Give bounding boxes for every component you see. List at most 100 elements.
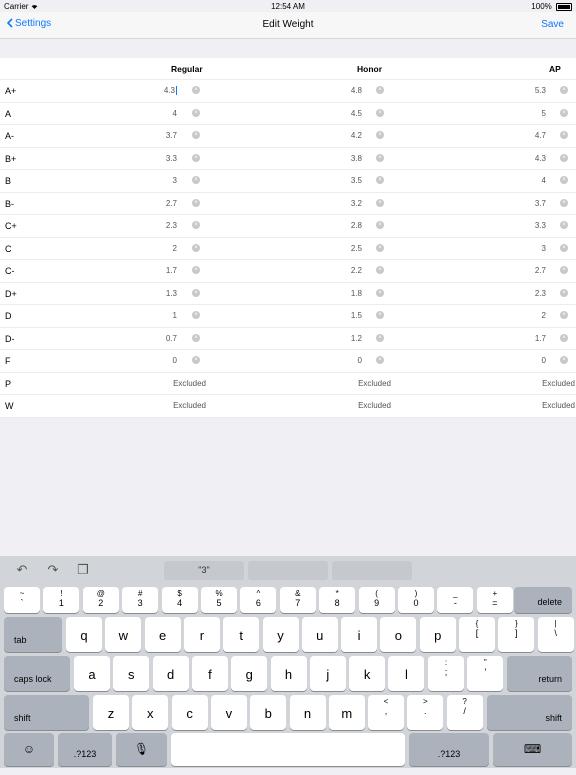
key-symbol-row4-2[interactable]: ? /: [446, 695, 483, 730]
caps-lock-key[interactable]: caps lock: [4, 656, 70, 691]
key-s[interactable]: s: [113, 656, 150, 691]
paste-icon[interactable]: ❐: [76, 563, 90, 576]
clear-icon[interactable]: ×: [192, 243, 200, 252]
clear-icon[interactable]: ×: [560, 266, 568, 274]
clear-icon[interactable]: ×: [376, 333, 384, 342]
clear-icon[interactable]: ×: [560, 221, 568, 229]
key-n[interactable]: n: [289, 695, 326, 730]
weight-ap-field[interactable]: 2.7: [506, 266, 546, 275]
weight-honor-field[interactable]: 4.8: [322, 86, 362, 95]
suggestion-3[interactable]: [332, 561, 412, 580]
clear-icon[interactable]: ×: [560, 288, 568, 297]
weight-honor-field[interactable]: 2.5: [322, 244, 362, 253]
clear-icon[interactable]: ×: [560, 333, 568, 342]
key-f[interactable]: f: [191, 656, 228, 691]
key-9[interactable]: (9: [358, 587, 395, 613]
weight-honor-field[interactable]: 0: [322, 356, 362, 365]
clear-icon[interactable]: ×: [192, 266, 200, 274]
key-l[interactable]: l: [388, 656, 425, 691]
key-symbol-row4-1[interactable]: >.: [407, 695, 444, 730]
weight-ap-field[interactable]: 3.3: [506, 221, 546, 230]
dismiss-keyboard-key[interactable]: ⌨: [493, 733, 572, 766]
clear-icon[interactable]: ×: [192, 108, 200, 117]
key-h[interactable]: h: [270, 656, 307, 691]
key-2[interactable]: @2: [82, 587, 119, 613]
return-key[interactable]: return: [507, 656, 572, 691]
key-8[interactable]: * 8: [319, 587, 356, 613]
weight-honor-field[interactable]: 3.5: [322, 176, 362, 185]
key-u[interactable]: u: [301, 617, 338, 652]
weight-honor-field[interactable]: 1.8: [322, 289, 362, 298]
clear-icon[interactable]: ×: [192, 198, 200, 207]
key-e[interactable]: e: [144, 617, 181, 652]
weight-ap-field[interactable]: 4.3: [506, 154, 546, 163]
clear-icon[interactable]: ×: [376, 176, 384, 184]
clear-icon[interactable]: ×: [192, 131, 200, 139]
key-b[interactable]: b: [250, 695, 287, 730]
key-k[interactable]: k: [349, 656, 386, 691]
shift-right-key[interactable]: shift: [487, 695, 572, 730]
clear-icon[interactable]: ×: [376, 221, 384, 229]
key-o[interactable]: o: [380, 617, 417, 652]
clear-icon[interactable]: ×: [560, 356, 568, 364]
weight-honor-field[interactable]: 4.5: [322, 109, 362, 118]
undo-icon[interactable]: ↶: [15, 563, 29, 576]
weight-regular-field[interactable]: 3.3: [137, 154, 177, 163]
clear-icon[interactable]: ×: [560, 108, 568, 117]
key-3[interactable]: #3: [122, 587, 159, 613]
clear-icon[interactable]: ×: [560, 311, 568, 319]
weight-regular-field[interactable]: 1: [137, 311, 177, 320]
clear-icon[interactable]: ×: [560, 243, 568, 252]
clear-icon[interactable]: ×: [376, 153, 384, 162]
key-p[interactable]: p: [419, 617, 456, 652]
clear-icon[interactable]: ×: [376, 108, 384, 117]
key-1[interactable]: ! 1: [43, 587, 80, 613]
key-d[interactable]: d: [152, 656, 189, 691]
delete-key[interactable]: delete: [514, 587, 572, 613]
key-symbol-row2-0[interactable]: {[: [459, 617, 495, 652]
clear-icon[interactable]: ×: [192, 333, 200, 342]
weight-regular-field[interactable]: 3: [137, 176, 177, 185]
clear-icon[interactable]: ×: [192, 221, 200, 229]
clear-icon[interactable]: ×: [560, 198, 568, 207]
weight-ap-field[interactable]: 5.3: [506, 86, 546, 95]
weight-regular-field[interactable]: 1.3: [137, 289, 177, 298]
key-c[interactable]: c: [171, 695, 208, 730]
key-4[interactable]: $4: [161, 587, 198, 613]
key-symbol-row3-0[interactable]: :;: [428, 656, 464, 691]
weight-honor-field[interactable]: 3.2: [322, 199, 362, 208]
weight-ap-field[interactable]: 5: [506, 109, 546, 118]
clear-icon[interactable]: ×: [192, 86, 200, 94]
key-y[interactable]: y: [262, 617, 299, 652]
key-m[interactable]: m: [328, 695, 365, 730]
weight-honor-field[interactable]: 2.8: [322, 221, 362, 230]
dictation-key[interactable]: 🎙: [116, 733, 167, 766]
clear-icon[interactable]: ×: [376, 243, 384, 252]
weight-regular-field[interactable]: 2.3: [137, 221, 177, 230]
weight-honor-field[interactable]: 4.2: [322, 131, 362, 140]
clear-icon[interactable]: ×: [376, 266, 384, 274]
key-v[interactable]: v: [210, 695, 247, 730]
clear-icon[interactable]: ×: [192, 356, 200, 364]
key-r[interactable]: r: [183, 617, 220, 652]
key-symbol-row4-0[interactable]: <,: [368, 695, 404, 730]
weight-honor-field[interactable]: 1.2: [322, 334, 362, 343]
weight-regular-field[interactable]: 1.7: [137, 266, 177, 275]
suggestion-1[interactable]: "3": [164, 561, 244, 580]
key-5[interactable]: % 5: [201, 587, 237, 613]
key-t[interactable]: t: [223, 617, 260, 652]
weight-ap-field[interactable]: 4.7: [506, 131, 546, 140]
weight-ap-field[interactable]: 0: [506, 356, 546, 365]
clear-icon[interactable]: ×: [376, 198, 384, 207]
weight-regular-field[interactable]: 0: [137, 356, 177, 365]
clear-icon[interactable]: ×: [560, 176, 568, 184]
numbers-key-right[interactable]: .?123: [409, 733, 489, 766]
key-q[interactable]: q: [66, 617, 102, 652]
weight-regular-field[interactable]: 2.7: [137, 199, 177, 208]
weight-honor-field[interactable]: 3.8: [322, 154, 362, 163]
key-j[interactable]: j: [309, 656, 346, 691]
clear-icon[interactable]: ×: [376, 86, 384, 94]
weight-honor-field[interactable]: 1.5: [322, 311, 362, 320]
clear-icon[interactable]: ×: [560, 153, 568, 162]
key-g[interactable]: g: [231, 656, 268, 691]
